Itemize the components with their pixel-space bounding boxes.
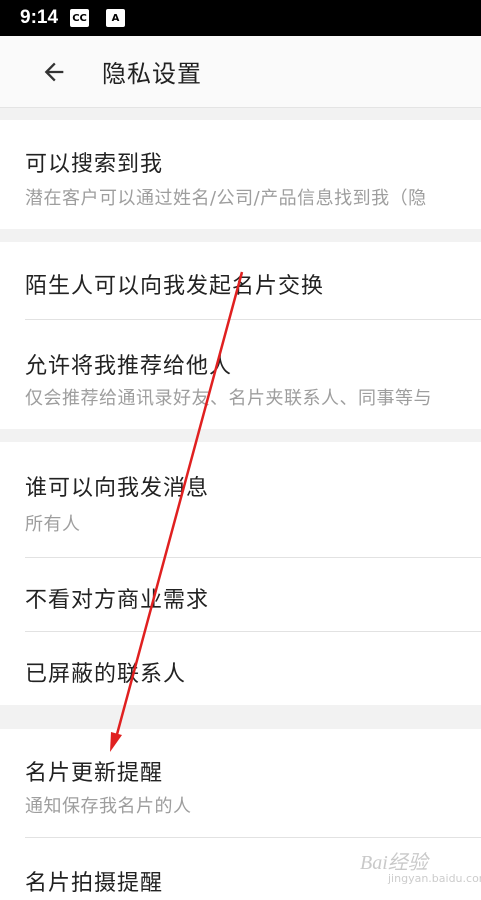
setting-card-update-reminder[interactable]: 名片更新提醒 通知保存我名片的人 [0,729,481,838]
section-gap [0,108,481,120]
setting-label: 不看对方商业需求 [25,588,210,613]
setting-description: 仅会推荐给通讯录好友、名片夹联系人、同事等与 [25,388,432,409]
section-gap [0,705,481,729]
setting-label: 名片更新提醒 [25,761,164,786]
setting-label: 谁可以向我发消息 [25,476,210,501]
setting-allow-recommend[interactable]: 允许将我推荐给他人 仅会推荐给通讯录好友、名片夹联系人、同事等与 [0,320,481,429]
setting-blocked-contacts[interactable]: 已屏蔽的联系人 [0,632,481,705]
status-time: 9:14 [20,7,59,28]
setting-label: 陌生人可以向我发起名片交换 [25,274,325,299]
section-gap [0,229,481,242]
setting-description: 潜在客户可以通过姓名/公司/产品信息找到我（隐 [25,188,427,209]
a-icon: A [106,9,126,27]
setting-description: 通知保存我名片的人 [25,796,192,817]
setting-label: 已屏蔽的联系人 [25,662,187,687]
app-bar: 隐私设置 [0,36,481,108]
setting-value: 所有人 [25,514,81,535]
setting-label: 允许将我推荐给他人 [25,354,233,379]
arrow-left-icon[interactable] [40,58,68,86]
watermark-logo: Bai经验 [360,852,428,874]
cc-icon: CC [70,9,90,27]
status-bar: 9:14 CC A [0,0,481,36]
page-title: 隐私设置 [102,60,202,88]
setting-searchable[interactable]: 可以搜索到我 潜在客户可以通过姓名/公司/产品信息找到我（隐 [0,120,481,229]
setting-stranger-card-exchange[interactable]: 陌生人可以向我发起名片交换 [0,242,481,320]
setting-label: 可以搜索到我 [25,152,164,177]
setting-label: 名片拍摄提醒 [25,871,164,896]
section-gap [0,429,481,442]
watermark-url: jingyan.baidu.com [388,872,481,885]
setting-hide-business-needs[interactable]: 不看对方商业需求 [0,558,481,632]
setting-who-can-message[interactable]: 谁可以向我发消息 所有人 [0,442,481,558]
